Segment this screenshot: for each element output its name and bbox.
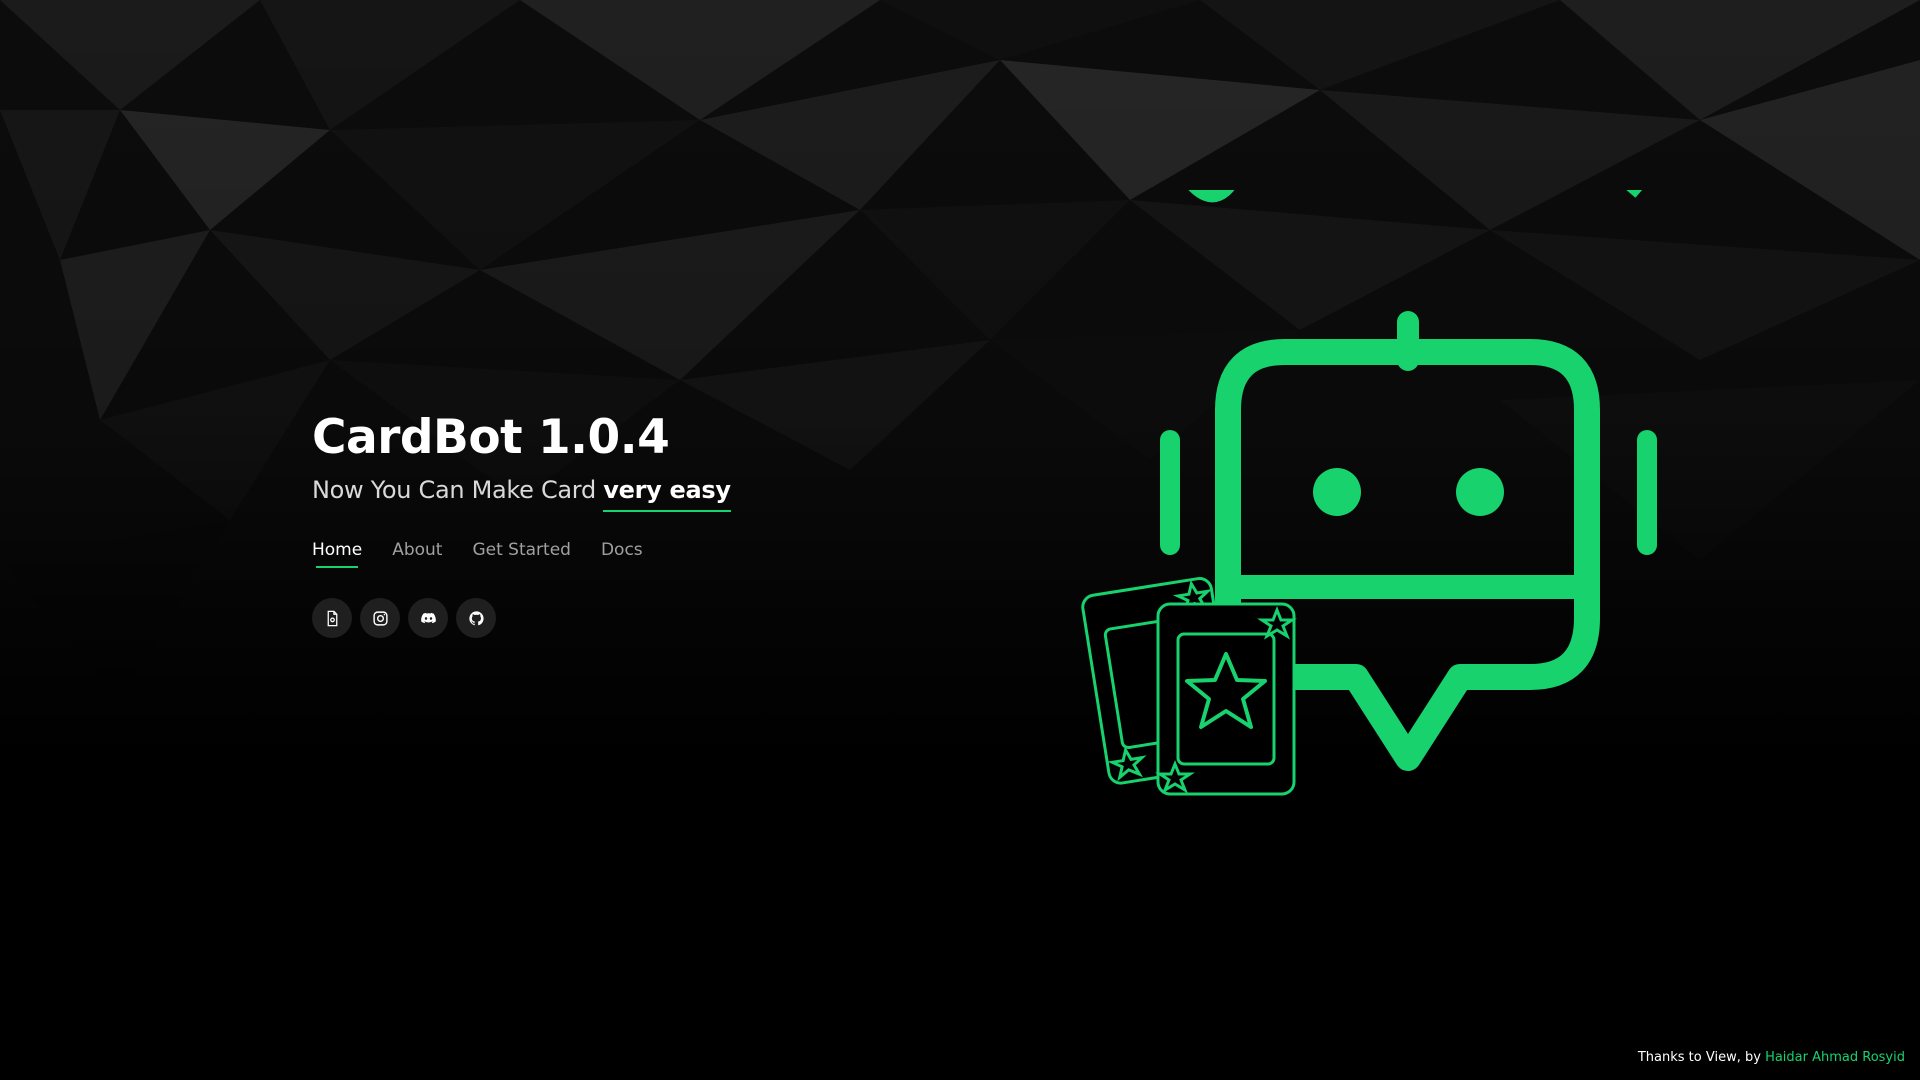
footer-prefix: Thanks to View, by [1637, 1050, 1761, 1065]
nav-home[interactable]: Home [312, 540, 362, 569]
github-link[interactable] [456, 598, 496, 639]
document-link[interactable] [312, 598, 352, 639]
hero-title: CardBot 1.0.4 [312, 410, 670, 465]
discord-link[interactable] [408, 598, 448, 639]
nav-get-started[interactable]: Get Started [472, 540, 570, 568]
cardbot-logo: CARD-BOT [1081, 190, 1713, 796]
document-icon [327, 610, 337, 627]
hero-subtitle-prefix: Now You Can Make Card [312, 476, 596, 505]
social-links [312, 598, 1012, 639]
footer-credit: Thanks to View, by Haidar Ahmad Rosyid [1638, 1050, 1905, 1065]
hero-subtitle: Now You Can Make Card very easy [312, 476, 1012, 513]
instagram-link[interactable] [360, 598, 400, 639]
footer-author-link[interactable]: Haidar Ahmad Rosyid [1765, 1050, 1905, 1065]
instagram-icon [372, 611, 388, 626]
discord-icon [420, 612, 436, 624]
hero-subtitle-typed: very easy [603, 476, 731, 513]
main-nav: Home About Get Started Docs [312, 540, 1012, 569]
logo-arc-text: CARD-BOT [1147, 190, 1713, 234]
hero-section: CardBot 1.0.4 Now You Can Make Card very… [312, 410, 1012, 639]
nav-docs[interactable]: Docs [601, 540, 643, 568]
page: CardBot 1.0.4 Now You Can Make Card very… [0, 0, 1920, 1080]
github-icon [468, 611, 484, 626]
nav-about[interactable]: About [392, 540, 442, 568]
